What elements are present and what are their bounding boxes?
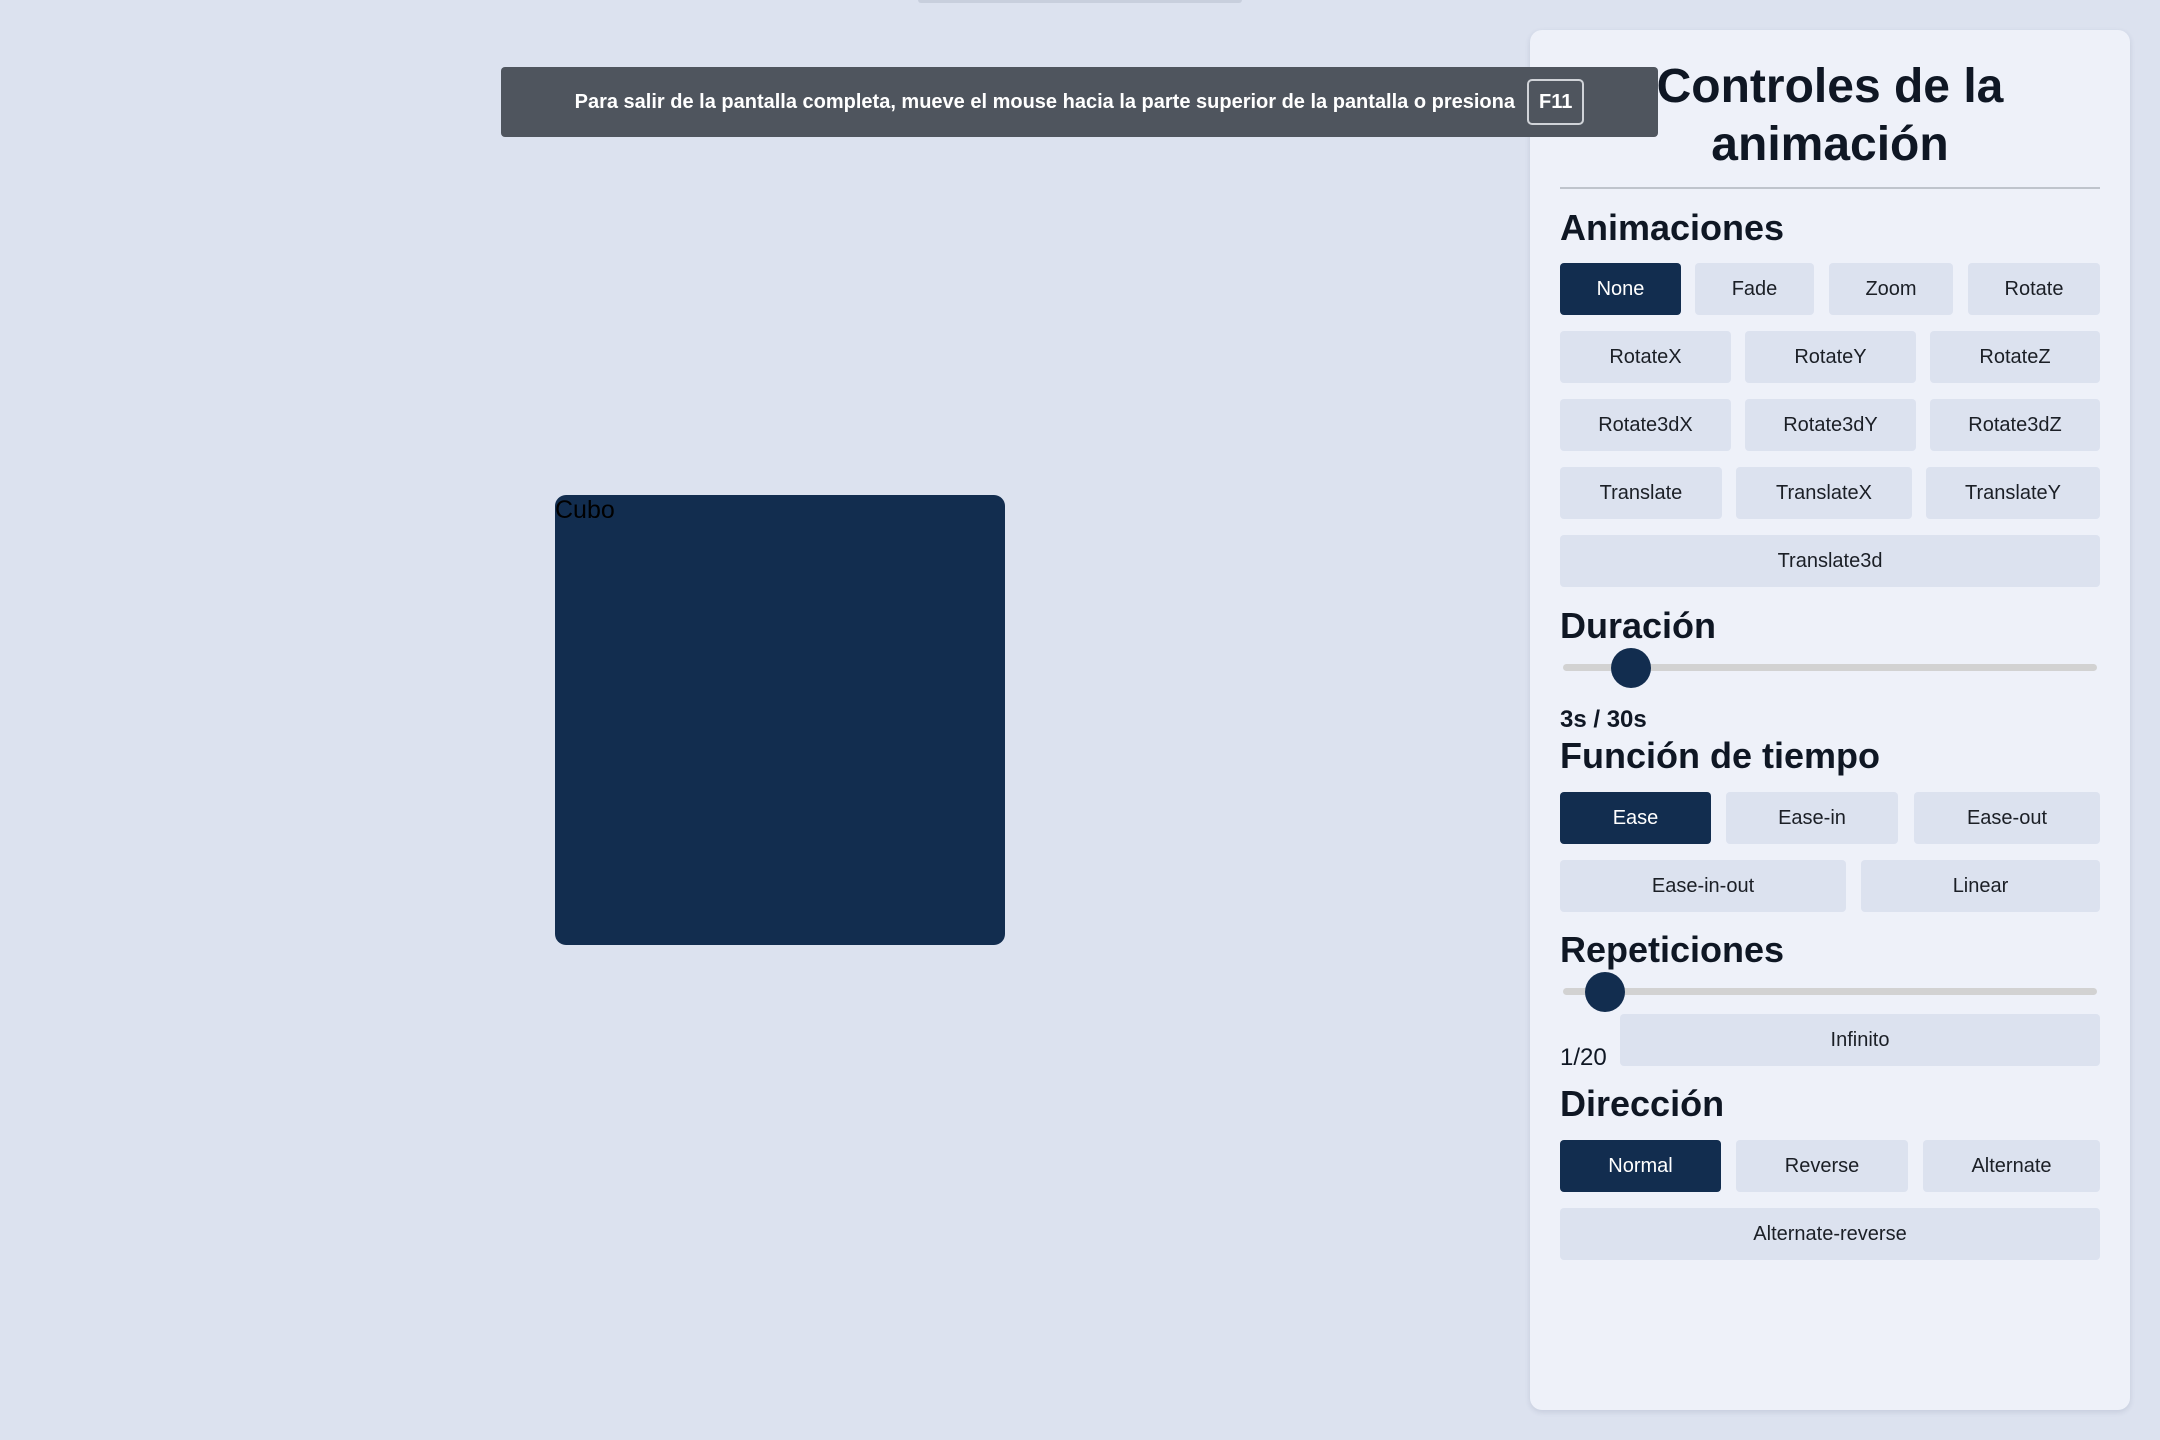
- animation-button-translatex[interactable]: TranslateX: [1736, 467, 1912, 519]
- fullscreen-notice: Para salir de la pantalla completa, muev…: [501, 67, 1658, 137]
- animation-button-rotatey[interactable]: RotateY: [1745, 331, 1916, 383]
- direction-section-title: Dirección: [1560, 1083, 1725, 1124]
- animation-button-rotatez[interactable]: RotateZ: [1930, 331, 2100, 383]
- animation-button-rotate3dy[interactable]: Rotate3dY: [1745, 399, 1916, 451]
- animation-button-translate[interactable]: Translate: [1560, 467, 1722, 519]
- timing-section-title: Función de tiempo: [1560, 735, 1880, 776]
- duration-section-title: Duración: [1560, 605, 1717, 646]
- animation-button-zoom[interactable]: Zoom: [1829, 263, 1953, 315]
- direction-button-alternate-reverse[interactable]: Alternate-reverse: [1560, 1208, 2100, 1260]
- direction-button-normal[interactable]: Normal: [1560, 1140, 1721, 1192]
- animation-button-translate3d[interactable]: Translate3d: [1560, 535, 2100, 587]
- f11-key-badge: F11: [1527, 79, 1585, 125]
- cube-label: Cubo: [555, 496, 615, 524]
- direction-button-reverse[interactable]: Reverse: [1736, 1140, 1908, 1192]
- panel-divider: [1560, 187, 2100, 189]
- fullscreen-notice-text: Para salir de la pantalla completa, muev…: [574, 90, 1515, 113]
- infinite-repetitions-button[interactable]: Infinito: [1620, 1014, 2100, 1066]
- timing-button-ease-in[interactable]: Ease-in: [1726, 792, 1898, 844]
- panel-title-line-1: Controles de la: [1656, 60, 2004, 113]
- repetitions-slider-track[interactable]: [1563, 988, 2097, 995]
- duration-slider-thumb[interactable]: [1611, 648, 1651, 688]
- animation-button-translatey[interactable]: TranslateY: [1926, 467, 2100, 519]
- animations-section-title: Animaciones: [1560, 207, 1785, 248]
- duration-value: 3s / 30s: [1560, 706, 1647, 733]
- animation-button-rotate[interactable]: Rotate: [1968, 263, 2100, 315]
- panel-title-line-2: animación: [1711, 118, 1949, 171]
- repetitions-slider-thumb[interactable]: [1585, 972, 1625, 1012]
- animation-button-fade[interactable]: Fade: [1695, 263, 1814, 315]
- animation-button-rotate3dx[interactable]: Rotate3dX: [1560, 399, 1731, 451]
- animation-button-rotate3dz[interactable]: Rotate3dZ: [1930, 399, 2100, 451]
- animation-button-rotatex[interactable]: RotateX: [1560, 331, 1731, 383]
- timing-button-ease[interactable]: Ease: [1560, 792, 1711, 844]
- animation-controls-panel: Controles de la animación Animaciones No…: [1530, 30, 2130, 1410]
- repetitions-section-title: Repeticiones: [1560, 929, 1785, 970]
- timing-button-linear[interactable]: Linear: [1861, 860, 2100, 912]
- animation-button-none[interactable]: None: [1560, 263, 1681, 315]
- direction-button-alternate[interactable]: Alternate: [1923, 1140, 2100, 1192]
- repetitions-value: 1/20: [1560, 1044, 1607, 1071]
- animated-cube: Cubo: [555, 495, 1005, 945]
- top-edge-indicator: [918, 0, 1242, 3]
- timing-button-ease-out[interactable]: Ease-out: [1914, 792, 2100, 844]
- timing-button-ease-in-out[interactable]: Ease-in-out: [1560, 860, 1846, 912]
